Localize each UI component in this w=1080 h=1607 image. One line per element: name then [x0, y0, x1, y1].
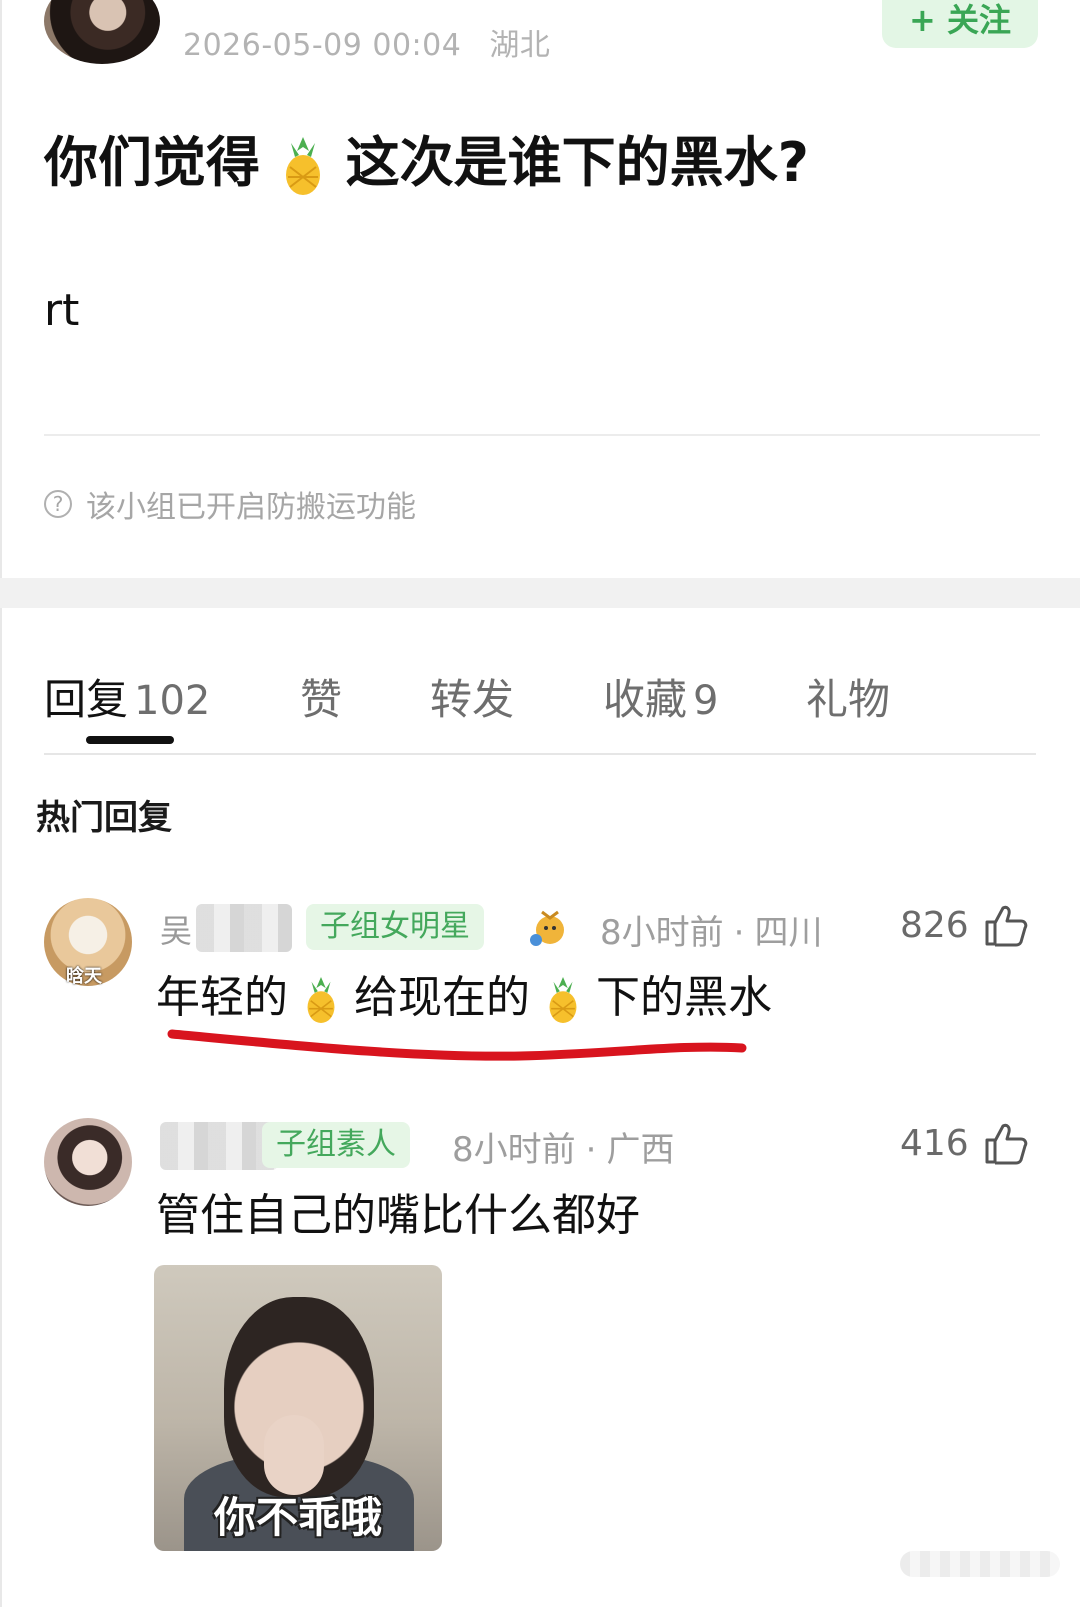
- reply-time: 8小时前: [600, 913, 724, 953]
- post-timestamp: 2026-05-09 00:04: [183, 28, 462, 63]
- meme-image[interactable]: 你不乖哦: [154, 1265, 442, 1551]
- avatar-caption: 晗天: [66, 966, 102, 987]
- active-tab-indicator: [86, 736, 174, 744]
- like-button[interactable]: 826: [900, 902, 1029, 948]
- tab-likes[interactable]: 赞: [300, 666, 342, 727]
- tab-reposts[interactable]: 转发: [430, 666, 514, 727]
- follow-button[interactable]: + 关注: [882, 0, 1038, 48]
- thumbs-up-icon: [985, 905, 1027, 947]
- reply-meta: 8小时前 · 四川: [600, 913, 823, 953]
- anti-repost-notice[interactable]: ? 该小组已开启防搬运功能: [44, 482, 416, 526]
- post-title-part1: 你们觉得: [44, 131, 260, 194]
- left-edge: [0, 0, 2, 1607]
- group-badge[interactable]: 子组素人: [262, 1122, 410, 1168]
- author-avatar[interactable]: [44, 0, 160, 64]
- like-count: 826: [900, 904, 969, 946]
- post-title: 你们觉得 这次是谁下的黑水?: [44, 128, 809, 198]
- post-body: rt: [44, 285, 80, 336]
- username-blur: [160, 1122, 278, 1170]
- tab-likes-label: 赞: [300, 675, 343, 724]
- reply-tabs: 回复 102 赞 转发 收藏 9 礼物: [0, 640, 1080, 760]
- reply-text: 管住自己的嘴比什么都好: [156, 1190, 640, 1241]
- tab-gifts-label: 礼物: [806, 675, 891, 724]
- question-icon: ?: [44, 490, 72, 518]
- tab-replies[interactable]: 回复 102: [44, 666, 210, 727]
- tab-replies-label: 回复: [44, 675, 129, 724]
- post-title-part2: 这次是谁下的黑水?: [345, 131, 809, 194]
- username-blur: [196, 904, 292, 952]
- tab-favorites-count: 9: [693, 678, 719, 724]
- like-button[interactable]: 416: [900, 1120, 1029, 1166]
- hot-replies-title: 热门回复: [36, 798, 172, 838]
- tab-gifts[interactable]: 礼物: [806, 666, 890, 727]
- mascot-icon: [530, 910, 564, 946]
- reply-time: 8小时前: [452, 1130, 576, 1170]
- divider: [44, 434, 1040, 436]
- anti-repost-text: 该小组已开启防搬运功能: [86, 490, 416, 525]
- thumbs-up-icon: [985, 1123, 1027, 1165]
- meme-figure-hand: [264, 1415, 324, 1495]
- pineapple-icon: [285, 137, 320, 196]
- tab-favorites[interactable]: 收藏 9: [603, 666, 718, 727]
- like-count: 416: [900, 1122, 969, 1164]
- tab-replies-count: 102: [134, 678, 211, 724]
- red-underline-annotation: [167, 1029, 747, 1061]
- tab-reposts-label: 转发: [430, 675, 515, 724]
- reply-location: 广西: [606, 1130, 675, 1170]
- reply-username-visible[interactable]: 吴: [160, 906, 194, 952]
- meme-caption: 你不乖哦: [213, 1493, 382, 1542]
- reply-meta: 8小时前 · 广西: [452, 1130, 675, 1170]
- divider: [44, 753, 1036, 755]
- post-header: 2026-05-09 00:04 湖北 + 关注: [0, 0, 1080, 80]
- reply-location: 四川: [754, 913, 823, 953]
- tab-favorites-label: 收藏: [603, 675, 688, 724]
- post-location: 湖北: [489, 28, 551, 63]
- reply-avatar[interactable]: [44, 1118, 132, 1206]
- post-meta: 2026-05-09 00:04 湖北: [183, 20, 568, 64]
- group-badge[interactable]: 子组女明星: [306, 904, 484, 950]
- section-separator: [0, 578, 1080, 608]
- watermark: [900, 1551, 1060, 1577]
